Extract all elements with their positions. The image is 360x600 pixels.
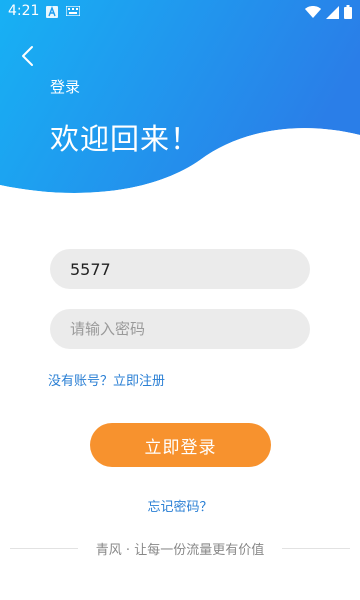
wifi-icon [305, 6, 321, 18]
header-wave-background [0, 0, 360, 215]
forgot-password-link[interactable]: 忘记密码？ [0, 496, 360, 515]
status-time: 4:21 [8, 3, 40, 19]
welcome-heading: 欢迎回来！ [50, 122, 201, 156]
back-button[interactable] [14, 42, 42, 70]
footer: 青风 · 让每一份流量更有价值 [0, 538, 360, 558]
a-letter-icon [46, 6, 58, 18]
account-input[interactable] [50, 249, 310, 289]
chevron-left-icon [22, 46, 33, 66]
battery-icon [344, 5, 352, 19]
status-system-icons [305, 5, 352, 19]
wave-shape [0, 0, 360, 215]
footer-divider-right [282, 548, 350, 549]
password-input[interactable] [50, 309, 310, 349]
status-notification-icons [46, 6, 80, 18]
register-link[interactable]: 没有账号？立即注册 [48, 370, 165, 389]
keyboard-icon [66, 6, 80, 16]
signal-icon [326, 5, 339, 19]
page-title: 登录 [50, 78, 81, 96]
login-button[interactable]: 立即登录 [90, 423, 271, 467]
status-bar: 4:21 [0, 0, 360, 24]
